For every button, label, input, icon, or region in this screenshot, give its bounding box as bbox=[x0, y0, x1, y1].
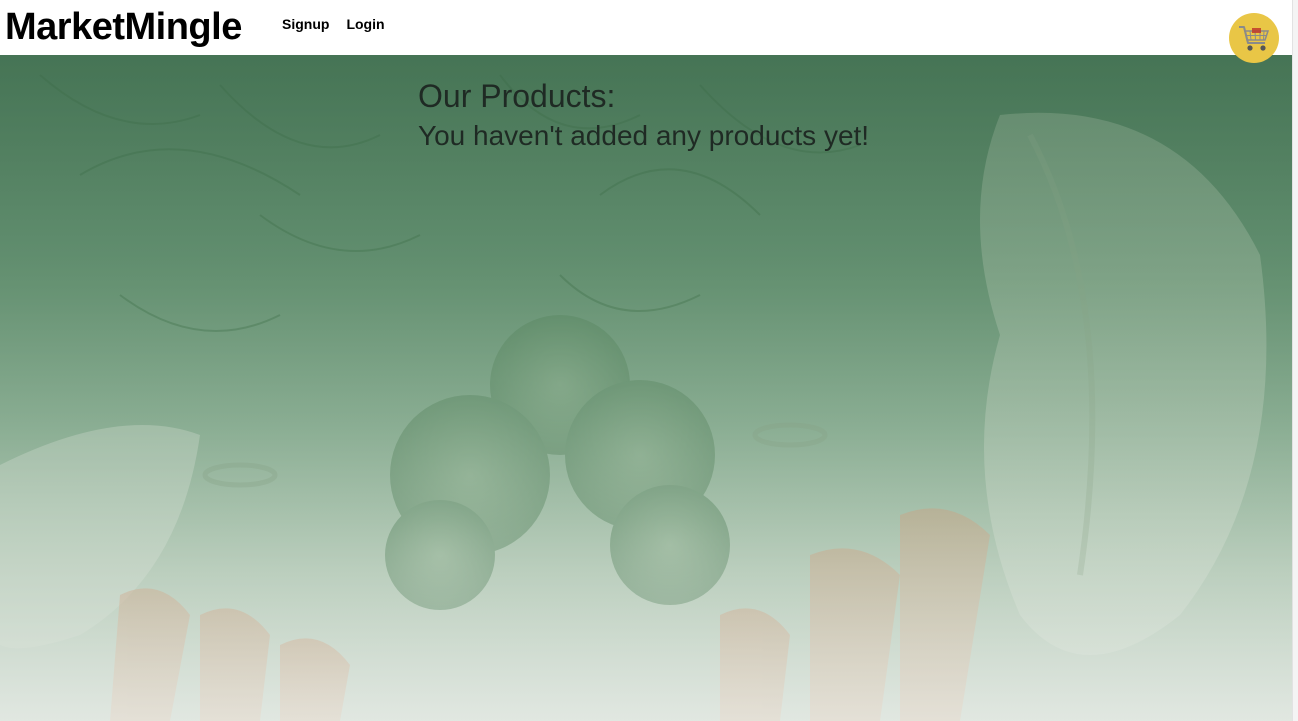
empty-products-message: You haven't added any products yet! bbox=[418, 120, 870, 151]
products-heading: Our Products: bbox=[418, 78, 616, 114]
nav-links: Signup Login bbox=[282, 15, 385, 33]
brand-logo[interactable]: MarketMingle bbox=[5, 5, 242, 49]
shopping-cart-icon bbox=[1237, 23, 1271, 53]
page: Our Products: You haven't added any prod… bbox=[0, 0, 1298, 721]
background-overlay bbox=[0, 55, 1292, 721]
products-section: Our Products: You haven't added any prod… bbox=[418, 77, 869, 153]
navbar: MarketMingle Signup Login bbox=[0, 0, 1292, 55]
signup-link[interactable]: Signup bbox=[282, 15, 329, 33]
cart-button[interactable] bbox=[1229, 13, 1279, 63]
scrollbar[interactable] bbox=[1292, 0, 1298, 721]
login-link[interactable]: Login bbox=[346, 15, 384, 33]
hero-background: Our Products: You haven't added any prod… bbox=[0, 55, 1292, 721]
